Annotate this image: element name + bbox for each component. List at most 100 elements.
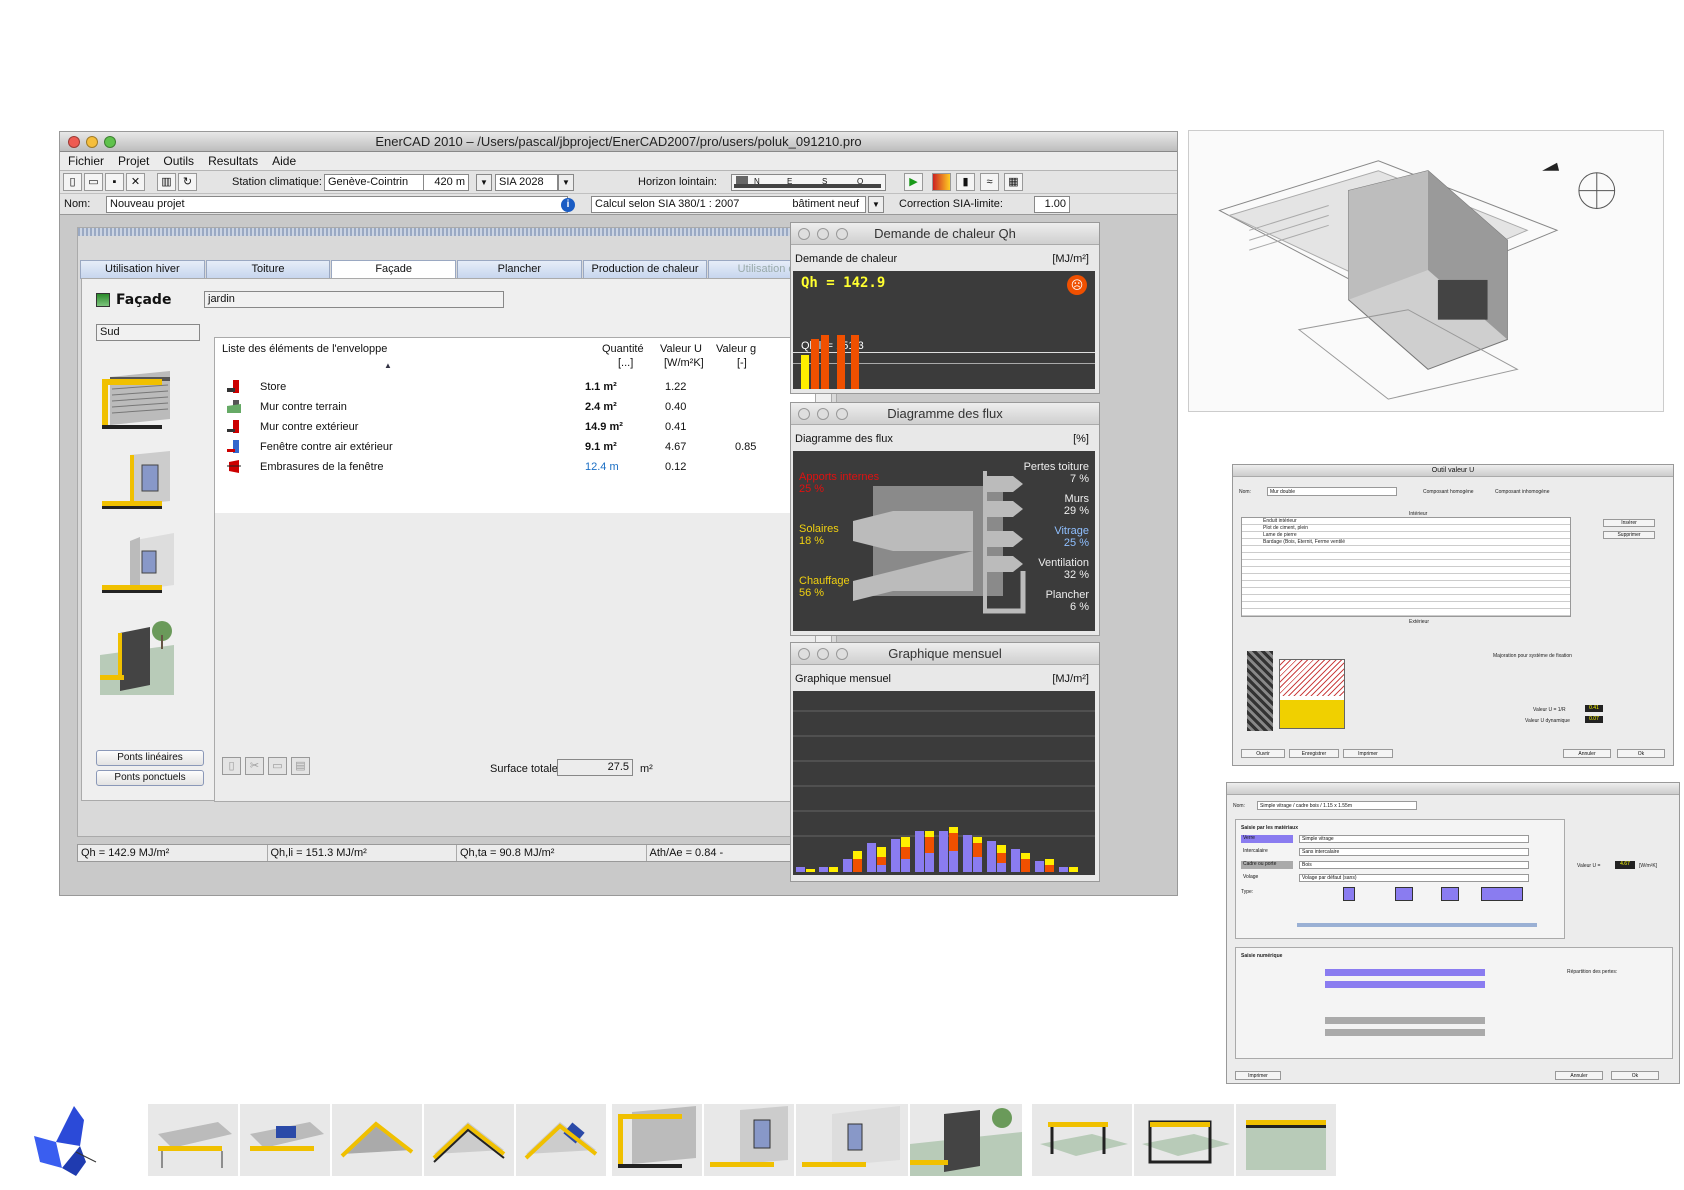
refresh-icon[interactable]: ↻ (178, 173, 197, 191)
u-imprimer-button[interactable]: Imprimer (1343, 749, 1393, 758)
book-icon[interactable]: ▥ (157, 173, 176, 191)
close-window-button[interactable] (68, 136, 80, 148)
info-icon[interactable]: i (561, 198, 575, 212)
table-row[interactable]: Embrasures de la fenêtre 12.4 m 0.12 (215, 457, 815, 477)
u-enregistrer-button[interactable]: Enregistrer (1289, 749, 1339, 758)
win-intercalaire-select[interactable]: Sans intercalaire (1299, 848, 1529, 856)
col-u-header[interactable]: Valeur U (660, 343, 702, 355)
u-layer-2[interactable]: Plot de ciment, plein (1263, 525, 1308, 531)
u-annuler-button[interactable]: Annuler (1563, 749, 1611, 758)
win-num-row[interactable] (1325, 981, 1485, 988)
thumb-wall-terrain[interactable] (910, 1104, 1022, 1176)
copy-icon[interactable]: ▭ (268, 757, 287, 775)
menu-outils[interactable]: Outils (163, 152, 194, 170)
win-num-row[interactable] (1325, 1017, 1485, 1024)
tab-facade[interactable]: Façade (331, 260, 457, 279)
table-row[interactable]: Store 1.1 m² 1.22 (215, 377, 815, 397)
col-g-header[interactable]: Valeur g (716, 343, 756, 355)
thumb-wall-store[interactable] (612, 1104, 702, 1176)
cut-icon[interactable]: ✂ (245, 757, 264, 775)
flux-chart-icon[interactable]: ≈ (980, 173, 999, 191)
table-icon[interactable]: ▦ (1004, 173, 1023, 191)
menu-fichier[interactable]: Fichier (68, 152, 104, 170)
tab-utilisation-hiver[interactable]: Utilisation hiver (80, 260, 205, 279)
menu-aide[interactable]: Aide (272, 152, 296, 170)
horizon-compass[interactable]: N E S O (731, 174, 886, 191)
u-ok-button[interactable]: Ok (1617, 749, 1665, 758)
table-row[interactable]: Mur contre extérieur 14.9 m² 0.41 (215, 417, 815, 437)
u-layer-1[interactable]: Enduit intérieur (1263, 518, 1297, 524)
win-cadre-select[interactable]: Bois (1299, 861, 1529, 869)
project-name-input[interactable]: Nouveau projet (106, 196, 568, 213)
u-name-input[interactable]: Mur double (1267, 487, 1397, 496)
win-type-4[interactable] (1481, 887, 1523, 901)
win-name-input[interactable]: Simple vitrage / cadre bois / 1.15 x 1.5… (1257, 801, 1417, 810)
win-type-slider[interactable] (1297, 923, 1537, 927)
thumb-roof-skylight[interactable] (516, 1104, 606, 1176)
tab-plancher[interactable]: Plancher (457, 260, 582, 279)
drag-stripe[interactable] (78, 228, 836, 236)
wall-store-thumb[interactable] (100, 369, 174, 435)
correction-input[interactable]: 1.00 (1034, 196, 1070, 213)
win-verre-select[interactable]: Simple vitrage (1299, 835, 1529, 843)
table-row[interactable]: Mur contre terrain 2.4 m² 0.40 (215, 397, 815, 417)
u-ouvrir-button[interactable]: Ouvrir (1241, 749, 1285, 758)
u-layer-4[interactable]: Bardage (Bois, Eternit, Ferme ventilé (1263, 539, 1345, 545)
win-imprimer-button[interactable]: Imprimer (1235, 1071, 1281, 1080)
tab-toiture[interactable]: Toiture (205, 260, 331, 279)
u-option-inhomogene[interactable]: Composant inhomogène (1495, 489, 1549, 495)
new-file-icon[interactable]: ▯ (63, 173, 82, 191)
calc-method-select[interactable]: Calcul selon SIA 380/1 : 2007 bâtiment n… (591, 196, 866, 213)
zoom-dot[interactable] (836, 408, 848, 420)
close-dot[interactable] (798, 228, 810, 240)
win-num-row[interactable] (1325, 969, 1485, 976)
thumb-roof-window[interactable] (240, 1104, 330, 1176)
close-file-icon[interactable]: ✕ (126, 173, 145, 191)
win-num-row[interactable] (1325, 1029, 1485, 1036)
paste-icon[interactable]: ▤ (291, 757, 310, 775)
win-annuler-button[interactable]: Annuler (1555, 1071, 1603, 1080)
table-row[interactable]: Fenêtre contre air extérieur 9.1 m² 4.67 0.… (215, 437, 815, 457)
close-dot[interactable] (798, 648, 810, 660)
delete-icon[interactable]: ▯ (222, 757, 241, 775)
thumb-pitched-roof[interactable] (332, 1104, 422, 1176)
u-supprimer-button[interactable]: Supprimer (1603, 531, 1655, 539)
norm-dropdown[interactable]: ▼ (558, 174, 574, 191)
u-inserer-button[interactable]: Insérer (1603, 519, 1655, 527)
thumb-wall-corner[interactable] (796, 1104, 908, 1176)
menu-projet[interactable]: Projet (118, 152, 149, 170)
win-type-2[interactable] (1395, 887, 1413, 901)
win-type-1[interactable] (1343, 887, 1355, 901)
facade-name-input[interactable]: jardin (204, 291, 504, 308)
win-type-3[interactable] (1441, 887, 1459, 901)
ponts-ponctuels-button[interactable]: Ponts ponctuels (96, 770, 204, 786)
thumb-attic-roof[interactable] (424, 1104, 514, 1176)
station-dropdown[interactable]: ▼ (476, 174, 492, 191)
zoom-dot[interactable] (836, 648, 848, 660)
wall-window-thumb[interactable] (100, 451, 174, 517)
zoom-dot[interactable] (836, 228, 848, 240)
ponts-lineaires-button[interactable]: Ponts linéaires (96, 750, 204, 766)
sort-arrow-icon[interactable]: ▲ (384, 361, 392, 370)
close-dot[interactable] (798, 408, 810, 420)
col-qty-header[interactable]: Quantité (602, 343, 644, 355)
min-dot[interactable] (817, 648, 829, 660)
chart-heat-icon[interactable] (932, 173, 951, 191)
menu-resultats[interactable]: Resultats (208, 152, 258, 170)
orientation-input[interactable]: Sud (96, 324, 200, 341)
norm-select[interactable]: SIA 2028 (495, 174, 558, 191)
station-select[interactable]: Genève-Cointrin (324, 174, 424, 191)
calc-dropdown[interactable]: ▼ (868, 196, 884, 213)
play-icon[interactable]: ▶ (904, 173, 923, 191)
u-layer-3[interactable]: Lame de pierre (1263, 532, 1297, 538)
open-folder-icon[interactable]: ▭ (84, 173, 103, 191)
win-ok-button[interactable]: Ok (1611, 1071, 1659, 1080)
thumb-floor-exterior[interactable] (1032, 1104, 1132, 1176)
wall-window-corner-thumb[interactable] (100, 533, 174, 599)
min-dot[interactable] (817, 408, 829, 420)
tab-production-chaleur[interactable]: Production de chaleur (582, 260, 708, 279)
minimize-window-button[interactable] (86, 136, 98, 148)
min-dot[interactable] (817, 228, 829, 240)
bar-chart-icon[interactable]: ▮ (956, 173, 975, 191)
thumb-flat-roof[interactable] (148, 1104, 238, 1176)
